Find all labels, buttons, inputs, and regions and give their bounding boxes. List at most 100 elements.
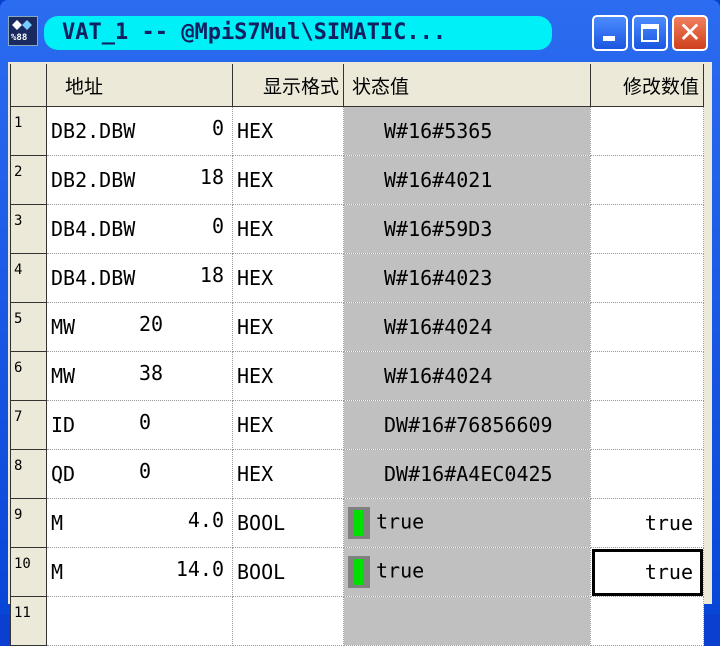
modify-value-cell[interactable]: true: [590, 547, 704, 597]
header-row: 地址 显示格式 状态值 修改数值: [10, 64, 704, 107]
status-cell: [343, 596, 591, 646]
format-cell[interactable]: HEX: [232, 106, 344, 156]
address-cell[interactable]: DB4.DBW 0: [46, 204, 233, 254]
modify-value-cell[interactable]: [590, 302, 704, 352]
minimize-button[interactable]: [592, 15, 628, 51]
table-row[interactable]: 8 QD 0 HEX DW#16#A4EC0425: [10, 449, 704, 499]
row-number[interactable]: 2: [10, 155, 47, 205]
address-operand: M: [51, 511, 64, 535]
app-icon[interactable]: %88: [8, 16, 38, 46]
row-number[interactable]: 5: [10, 302, 47, 352]
address-operand: DB2.DBW: [51, 119, 136, 143]
address-operand: DB4.DBW: [51, 266, 136, 290]
status-value: W#16#4024: [384, 364, 493, 388]
table-row[interactable]: 1 DB2.DBW 0 HEX W#16#5365: [10, 106, 704, 156]
modify-value-cell[interactable]: [590, 204, 704, 254]
table-row[interactable]: 10 M 14.0 BOOL true true: [10, 547, 704, 597]
format-cell[interactable]: HEX: [232, 449, 344, 499]
format-cell[interactable]: HEX: [232, 253, 344, 303]
address-operand: MW: [51, 364, 76, 388]
table-row[interactable]: 9 M 4.0 BOOL true true: [10, 498, 704, 548]
status-value: DW#16#76856609: [384, 413, 553, 437]
modify-value-cell[interactable]: [590, 155, 704, 205]
address-offset: 0: [211, 214, 224, 238]
modify-value-cell[interactable]: [590, 106, 704, 156]
header-row-number[interactable]: [10, 64, 47, 107]
status-value: W#16#4021: [384, 168, 493, 192]
status-value: DW#16#A4EC0425: [384, 462, 553, 486]
address-cell[interactable]: DB4.DBW 18: [46, 253, 233, 303]
modify-value-cell[interactable]: [590, 400, 704, 450]
minimize-icon: [603, 36, 615, 41]
format-cell[interactable]: HEX: [232, 204, 344, 254]
row-number[interactable]: 3: [10, 204, 47, 254]
address-cell[interactable]: [46, 596, 233, 646]
header-format[interactable]: 显示格式: [232, 64, 344, 107]
address-offset: 18: [199, 165, 224, 189]
table-row[interactable]: 3 DB4.DBW 0 HEX W#16#59D3: [10, 204, 704, 254]
address-offset: 18: [199, 263, 224, 287]
address-offset: 0: [139, 459, 152, 483]
address-operand: M: [51, 560, 64, 584]
address-cell[interactable]: M 4.0: [46, 498, 233, 548]
address-offset: 20: [139, 312, 164, 336]
row-number[interactable]: 11: [10, 596, 47, 646]
status-value: true: [376, 509, 425, 534]
address-cell[interactable]: MW 38: [46, 351, 233, 401]
status-cell: W#16#4024: [343, 351, 591, 401]
modify-value-cell[interactable]: [590, 596, 704, 646]
close-button[interactable]: ✕: [672, 15, 708, 51]
address-cell[interactable]: M 14.0: [46, 547, 233, 597]
close-icon: ✕: [678, 16, 702, 49]
format-cell[interactable]: HEX: [232, 400, 344, 450]
format-cell[interactable]: HEX: [232, 351, 344, 401]
modify-value-cell[interactable]: [590, 351, 704, 401]
format-cell[interactable]: BOOL: [232, 498, 344, 548]
status-value: W#16#59D3: [384, 217, 493, 241]
row-number[interactable]: 1: [10, 106, 47, 156]
address-cell[interactable]: QD 0: [46, 449, 233, 499]
modify-value-cell[interactable]: [590, 449, 704, 499]
address-offset: 38: [139, 361, 164, 385]
format-cell[interactable]: [232, 596, 344, 646]
row-number[interactable]: 10: [10, 547, 47, 597]
status-cell: DW#16#A4EC0425: [343, 449, 591, 499]
format-cell[interactable]: HEX: [232, 302, 344, 352]
title-pill: VAT_1 -- @MpiS7Mul\SIMATIC...: [44, 16, 552, 50]
status-value: W#16#4023: [384, 266, 493, 290]
client-area: 地址 显示格式 状态值 修改数值 1 DB2.DBW 0 HEX W#16#5365 2 D…: [8, 62, 712, 646]
address-cell[interactable]: DB2.DBW 18: [46, 155, 233, 205]
header-modify[interactable]: 修改数值: [590, 64, 704, 107]
address-cell[interactable]: DB2.DBW 0: [46, 106, 233, 156]
status-cell: true: [343, 498, 591, 548]
led-indicator-icon: [348, 556, 370, 588]
header-status[interactable]: 状态值: [343, 64, 591, 107]
table-row[interactable]: 4 DB4.DBW 18 HEX W#16#4023: [10, 253, 704, 303]
maximize-button[interactable]: [632, 15, 668, 51]
table-row[interactable]: 2 DB2.DBW 18 HEX W#16#4021: [10, 155, 704, 205]
modify-value-cell[interactable]: [590, 253, 704, 303]
format-cell[interactable]: BOOL: [232, 547, 344, 597]
window-title: VAT_1 -- @MpiS7Mul\SIMATIC...: [62, 20, 447, 45]
row-number[interactable]: 4: [10, 253, 47, 303]
modify-value-cell[interactable]: true: [590, 498, 704, 548]
address-operand: MW: [51, 315, 76, 339]
status-value: W#16#4024: [384, 315, 493, 339]
row-number[interactable]: 8: [10, 449, 47, 499]
status-cell: W#16#4023: [343, 253, 591, 303]
row-number[interactable]: 7: [10, 400, 47, 450]
address-offset: 0: [211, 116, 224, 140]
format-cell[interactable]: HEX: [232, 155, 344, 205]
header-address[interactable]: 地址: [46, 64, 233, 107]
table-row[interactable]: 5 MW 20 HEX W#16#4024: [10, 302, 704, 352]
table-row[interactable]: 11: [10, 596, 704, 646]
address-cell[interactable]: ID 0: [46, 400, 233, 450]
table-row[interactable]: 7 ID 0 HEX DW#16#76856609: [10, 400, 704, 450]
row-number[interactable]: 9: [10, 498, 47, 548]
row-number[interactable]: 6: [10, 351, 47, 401]
status-cell: true: [343, 547, 591, 597]
led-indicator-icon: [348, 507, 370, 539]
address-cell[interactable]: MW 20: [46, 302, 233, 352]
title-bar[interactable]: %88 VAT_1 -- @MpiS7Mul\SIMATIC... ✕: [0, 0, 720, 62]
table-row[interactable]: 6 MW 38 HEX W#16#4024: [10, 351, 704, 401]
